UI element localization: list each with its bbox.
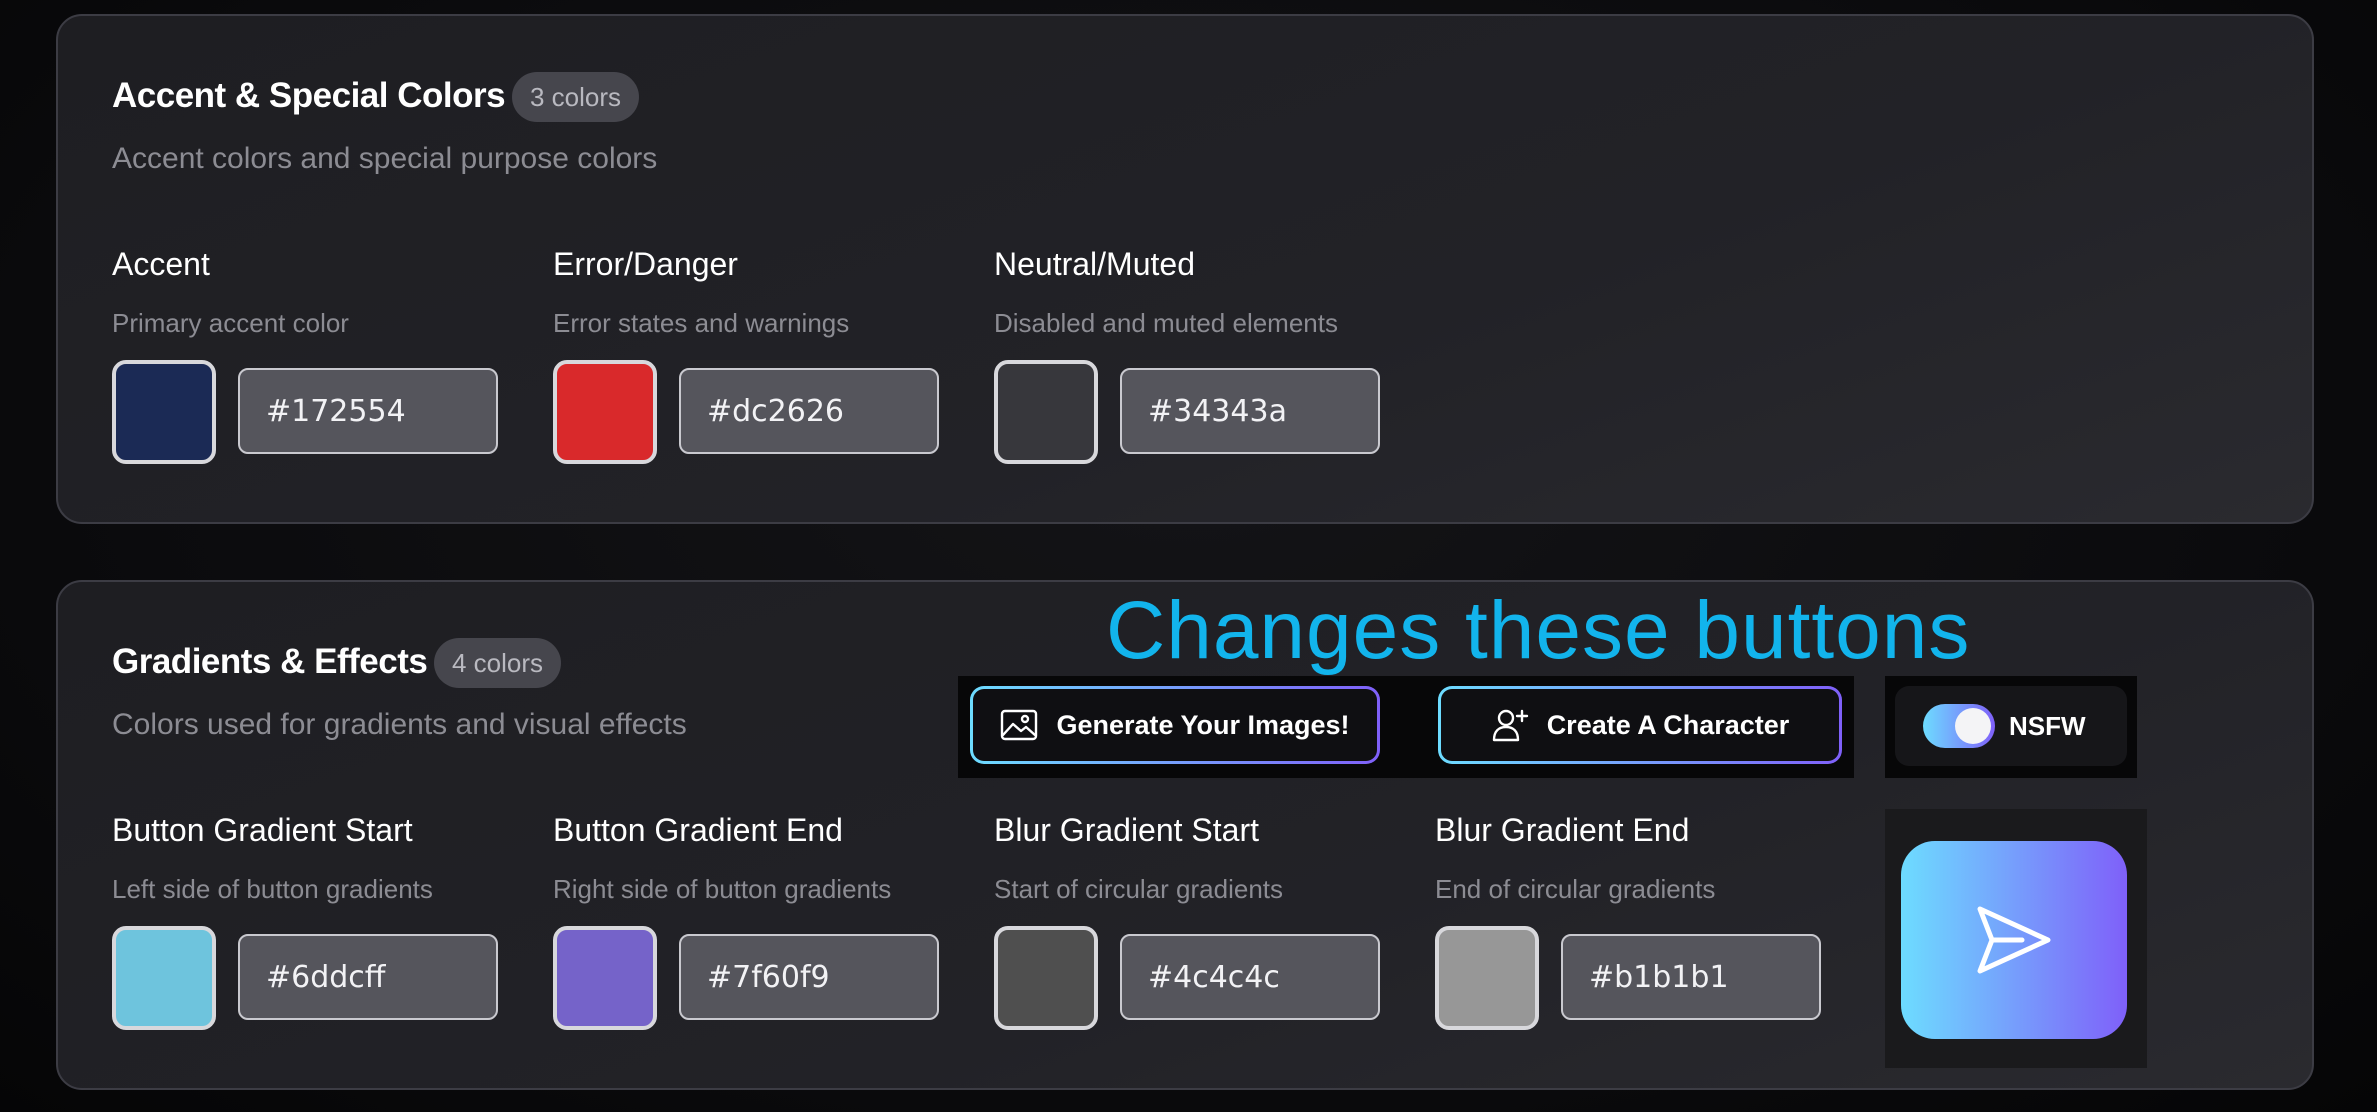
color-item-button-gradient-start: Button Gradient Start Left side of butto… [112, 812, 512, 1042]
create-character-label: Create A Character [1546, 709, 1790, 740]
color-name: Error/Danger [553, 246, 738, 282]
hex-input-blur-gradient-start[interactable] [1120, 934, 1380, 1020]
nsfw-toggle-row: NSFW [1895, 686, 2127, 766]
nsfw-label: NSFW [2009, 710, 2086, 741]
color-name: Accent [112, 246, 210, 282]
color-swatch-neutral-muted[interactable] [994, 360, 1098, 464]
send-preview-box [1885, 809, 2147, 1068]
hex-input-error-danger[interactable] [679, 368, 939, 454]
color-name: Blur Gradient End [1435, 812, 1690, 848]
generate-images-button[interactable]: Generate Your Images! [970, 686, 1380, 764]
color-name: Blur Gradient Start [994, 812, 1259, 848]
button-preview-strip: Generate Your Images! Create A Character [958, 676, 1854, 778]
annotation-text: Changes these buttons [1106, 585, 1971, 676]
color-swatch-blur-gradient-end[interactable] [1435, 926, 1539, 1030]
hex-input-button-gradient-start[interactable] [238, 934, 498, 1020]
color-name: Button Gradient Start [112, 812, 413, 848]
generate-images-label: Generate Your Images! [1056, 709, 1350, 740]
color-item-accent: Accent Primary accent color [112, 246, 512, 476]
create-character-button[interactable]: Create A Character [1438, 686, 1842, 764]
user-plus-icon [1492, 709, 1528, 742]
hex-input-accent[interactable] [238, 368, 498, 454]
section-description: Colors used for gradients and visual eff… [112, 708, 687, 741]
color-swatch-blur-gradient-start[interactable] [994, 926, 1098, 1030]
accent-special-colors-panel: Accent & Special Colors 3 colors Accent … [56, 14, 2314, 524]
color-help: Start of circular gradients [994, 874, 1284, 904]
color-item-error-danger: Error/Danger Error states and warnings [553, 246, 953, 476]
send-button[interactable] [1901, 841, 2127, 1039]
color-swatch-error-danger[interactable] [553, 360, 657, 464]
color-count-badge: 3 colors [512, 72, 640, 122]
color-item-blur-gradient-start: Blur Gradient Start Start of circular gr… [994, 812, 1394, 1042]
color-item-blur-gradient-end: Blur Gradient End End of circular gradie… [1435, 812, 1835, 1042]
color-help: End of circular gradients [1435, 874, 1716, 904]
toggle-knob [1955, 708, 1991, 744]
color-swatch-accent[interactable] [112, 360, 216, 464]
color-item-button-gradient-end: Button Gradient End Right side of button… [553, 812, 953, 1042]
section-description: Accent colors and special purpose colors [112, 142, 658, 175]
section-title: Accent & Special Colors [112, 76, 506, 115]
color-help: Error states and warnings [553, 308, 850, 338]
section-title: Gradients & Effects [112, 642, 428, 681]
image-icon [1001, 709, 1038, 741]
color-item-neutral-muted: Neutral/Muted Disabled and muted element… [994, 246, 1394, 476]
color-name: Button Gradient End [553, 812, 843, 848]
page: Accent & Special Colors 3 colors Accent … [0, 0, 2377, 1112]
color-swatch-button-gradient-end[interactable] [553, 926, 657, 1030]
color-count-badge: 4 colors [434, 638, 562, 688]
hex-input-neutral-muted[interactable] [1120, 368, 1380, 454]
color-help: Right side of button gradients [553, 874, 892, 904]
color-help: Left side of button gradients [112, 874, 433, 904]
hex-input-button-gradient-end[interactable] [679, 934, 939, 1020]
color-help: Disabled and muted elements [994, 308, 1338, 338]
hex-input-blur-gradient-end[interactable] [1561, 934, 1821, 1020]
color-help: Primary accent color [112, 308, 349, 338]
nsfw-toggle[interactable] [1923, 704, 1995, 748]
send-icon [1977, 906, 2051, 974]
color-swatch-button-gradient-start[interactable] [112, 926, 216, 1030]
nsfw-preview-box: NSFW [1885, 676, 2137, 778]
color-name: Neutral/Muted [994, 246, 1195, 282]
